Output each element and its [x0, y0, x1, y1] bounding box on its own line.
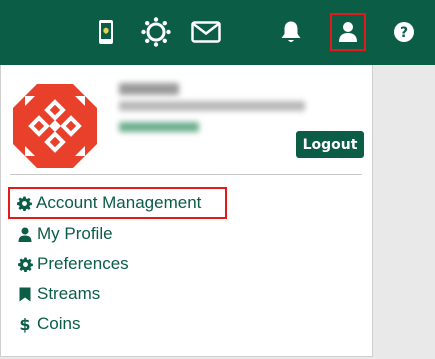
canvas-icon[interactable] [139, 13, 173, 51]
user-dropdown-menu: Logout Account Management My Profile Pre [0, 65, 373, 357]
logout-button[interactable]: Logout [296, 131, 364, 158]
user-title-redacted [119, 101, 305, 111]
dollar-icon: $ [17, 316, 33, 333]
menu-item-label: Streams [37, 284, 101, 303]
menu-item-label: Coins [37, 314, 81, 333]
menu-item-streams[interactable]: Streams [12, 281, 100, 307]
top-navigation-bar: ? [0, 0, 435, 65]
menu-divider [10, 174, 362, 175]
mail-icon[interactable] [190, 13, 222, 51]
menu-item-label: Account Management [36, 193, 202, 212]
avatar [13, 84, 97, 168]
user-menu-button[interactable] [330, 13, 366, 51]
user-id-link-redacted [119, 122, 199, 132]
gear-icon [16, 195, 32, 211]
user-icon [17, 226, 33, 242]
bell-icon[interactable] [277, 13, 305, 51]
menu-item-account-management[interactable]: Account Management [8, 187, 227, 219]
phone-icon[interactable] [94, 13, 118, 51]
svg-text:$: $ [19, 316, 30, 333]
bookmark-icon [17, 286, 33, 302]
user-icon [338, 21, 358, 43]
menu-item-preferences[interactable]: Preferences [12, 251, 129, 277]
svg-text:?: ? [400, 25, 408, 41]
help-icon[interactable]: ? [391, 13, 417, 51]
menu-item-label: Preferences [37, 254, 129, 273]
menu-item-label: My Profile [37, 224, 113, 243]
menu-item-coins[interactable]: $ Coins [12, 311, 80, 337]
gear-icon [17, 256, 33, 272]
user-name-redacted [119, 83, 179, 95]
menu-item-my-profile[interactable]: My Profile [12, 221, 113, 247]
